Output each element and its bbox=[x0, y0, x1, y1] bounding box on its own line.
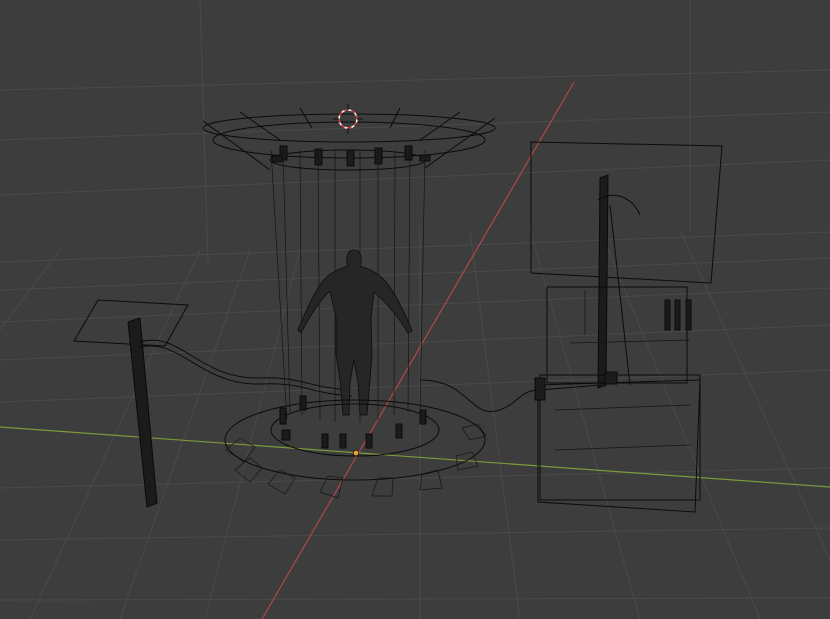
viewport-canvas[interactable] bbox=[0, 0, 830, 619]
cylinder-tank-object[interactable] bbox=[202, 107, 496, 499]
object-origin-icon bbox=[352, 449, 360, 457]
left-pole-object[interactable] bbox=[73, 299, 353, 508]
hose[interactable] bbox=[419, 379, 601, 413]
3d-viewport[interactable] bbox=[0, 0, 830, 619]
3d-cursor-icon[interactable] bbox=[333, 104, 363, 134]
y-axis-line bbox=[261, 81, 575, 619]
floor-grid bbox=[0, 0, 830, 619]
